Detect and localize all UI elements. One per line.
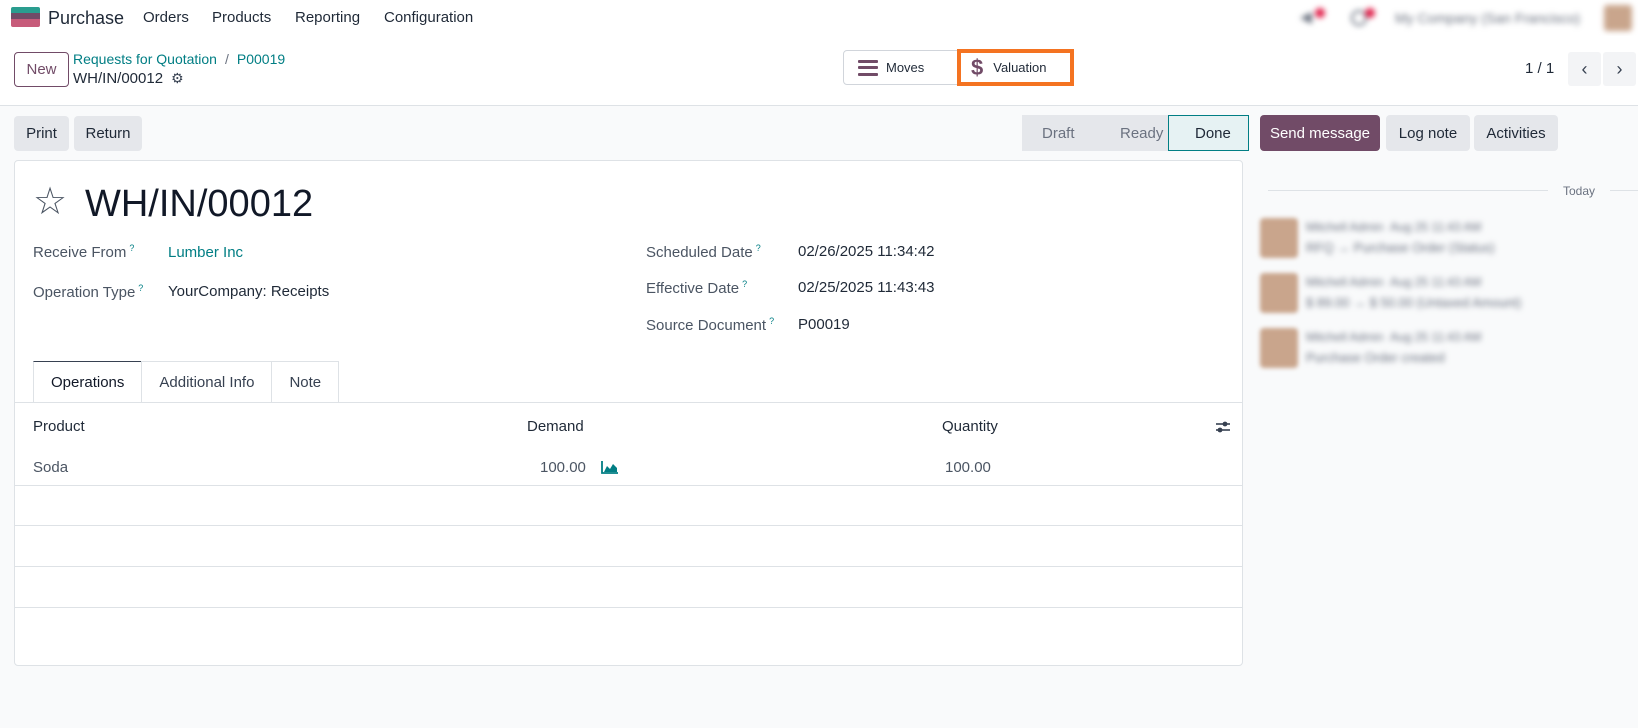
message-time: Aug 25 11:43 AM [1390,220,1482,234]
message-body: $ 89.00 → $ 50.00 (Untaxed Amount) [1306,295,1522,310]
column-product[interactable]: Product [33,418,85,435]
scheduled-date-value[interactable]: 02/26/2025 11:34:42 [798,243,935,260]
status-draft[interactable]: Draft [1022,115,1090,151]
row-divider [15,485,1242,486]
tab-operations[interactable]: Operations [33,361,143,403]
list-icon [858,59,878,76]
top-navbar: Purchase Orders Products Reporting Confi… [0,0,1638,36]
chevron-left-icon[interactable]: ‹ [1568,52,1601,86]
return-button[interactable]: Return [74,116,142,151]
effective-date-value: 02/25/2025 11:43:43 [798,279,935,296]
moves-label: Moves [886,60,925,75]
star-icon[interactable]: ☆ [33,183,67,221]
row-divider [15,566,1242,567]
control-panel: New Requests for Quotation / P00019 WH/IN/… [0,36,1638,106]
print-button[interactable]: Print [14,116,69,151]
row-demand: 100.00 [540,459,586,476]
tab-note[interactable]: Note [271,361,340,403]
dollar-icon: $ [971,54,984,80]
message-time: Aug 25 11:43 AM [1390,275,1482,289]
date-divider [1610,190,1638,191]
breadcrumb: Requests for Quotation / P00019 [73,51,286,67]
menu-orders[interactable]: Orders [143,9,189,26]
chevron-right-icon[interactable]: › [1603,52,1636,86]
effective-date-label: Effective Date? [646,279,748,297]
breadcrumb-rfq[interactable]: Requests for Quotation [73,51,217,67]
activities-button[interactable]: Activities [1474,115,1558,151]
send-message-button[interactable]: Send message [1260,115,1380,151]
form-sheet: ☆ WH/IN/00012 Receive From? Lumber Inc O… [14,160,1243,666]
menu-products[interactable]: Products [212,9,271,26]
column-quantity[interactable]: Quantity [942,418,998,435]
breadcrumb-po[interactable]: P00019 [237,51,285,67]
receive-from-label: Receive From? [33,243,135,261]
message-author: Mitchell Admin [1306,220,1384,234]
record-name: WH/IN/00012 ⚙ [73,70,184,87]
app-name[interactable]: Purchase [48,8,124,29]
smart-buttons: Moves $ Valuation [843,49,1074,86]
message-author: Mitchell Admin [1306,275,1384,289]
status-bar: Draft Ready Done [1022,115,1249,151]
moves-button[interactable]: Moves [844,51,956,84]
avatar [1260,273,1298,313]
forecast-chart-icon[interactable] [601,460,619,474]
avatar [1260,328,1298,368]
date-separator-today: Today [1563,184,1596,198]
menu-reporting[interactable]: Reporting [295,9,360,26]
row-divider [15,525,1242,526]
avatar [1260,218,1298,258]
scheduled-date-label: Scheduled Date? [646,243,761,261]
message-body: Purchase Order created [1306,350,1445,365]
user-avatar[interactable] [1604,5,1632,31]
operation-type-value[interactable]: YourCompany: Receipts [168,283,329,300]
row-divider [15,607,1242,608]
column-demand[interactable]: Demand [527,418,584,435]
status-ready[interactable]: Ready [1090,115,1168,151]
log-note-button[interactable]: Log note [1386,115,1470,151]
chatter-message: Mitchell Admin Aug 25 11:43 AM RFQ → Pur… [1260,218,1630,262]
row-product[interactable]: Soda [33,459,68,476]
status-done[interactable]: Done [1168,115,1249,151]
message-time: Aug 25 11:43 AM [1390,330,1482,344]
chatter-message: Mitchell Admin Aug 25 11:43 AM Purchase … [1260,328,1630,372]
new-button[interactable]: New [14,52,69,87]
tab-additional-info[interactable]: Additional Info [141,361,273,403]
valuation-button[interactable]: $ Valuation [957,49,1074,86]
chatter-message: Mitchell Admin Aug 25 11:43 AM $ 89.00 →… [1260,273,1630,317]
message-body: RFQ → Purchase Order (Status) [1306,240,1495,255]
date-divider [1268,190,1548,191]
form-title: WH/IN/00012 [85,183,314,225]
activity-clock-icon[interactable] [1350,8,1376,26]
notebook-tabs: Operations Additional Info Note [33,361,340,403]
company-switcher[interactable]: My Company (San Francisco) [1395,10,1580,26]
optional-columns-icon[interactable] [1215,419,1231,435]
receive-from-value[interactable]: Lumber Inc [168,244,243,261]
tab-divider [15,402,1242,403]
menu-configuration[interactable]: Configuration [384,9,473,26]
message-author: Mitchell Admin [1306,330,1384,344]
messages-icon[interactable] [1298,8,1328,26]
row-quantity: 100.00 [945,459,991,476]
gear-icon[interactable]: ⚙ [171,70,184,87]
source-document-value[interactable]: P00019 [798,316,850,333]
pager-value[interactable]: 1 / 1 [1525,60,1554,77]
valuation-label: Valuation [993,60,1047,75]
operation-type-label: Operation Type? [33,283,144,301]
record-title: WH/IN/00012 [73,70,164,87]
purchase-app-icon[interactable] [11,7,40,27]
source-document-label: Source Document? [646,316,775,334]
